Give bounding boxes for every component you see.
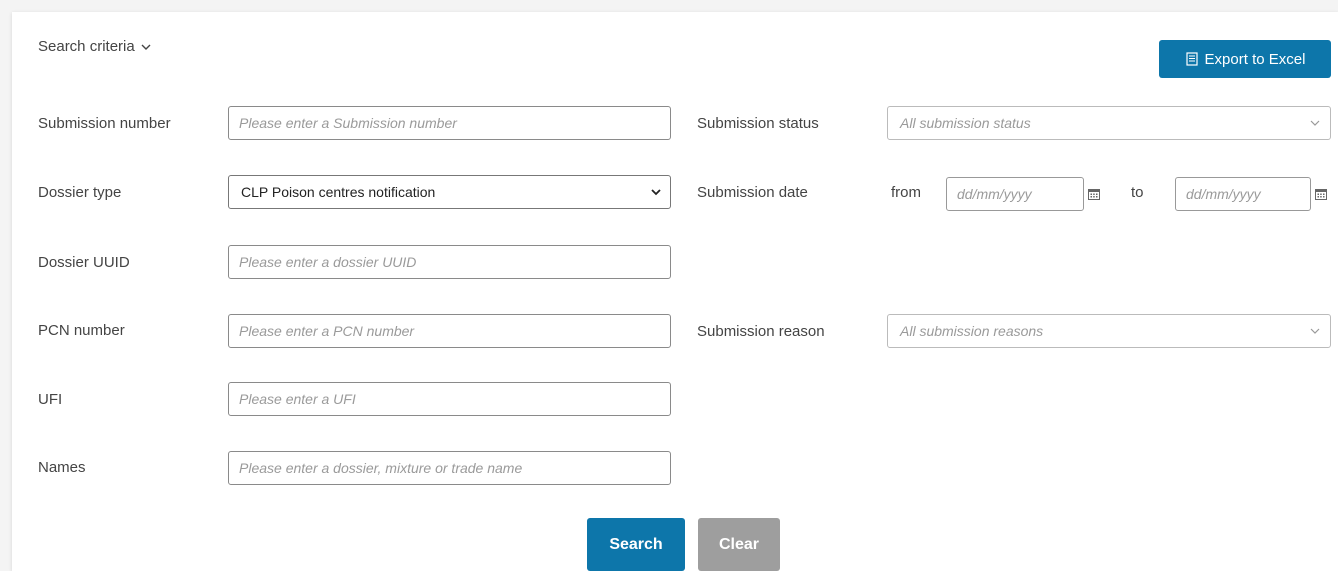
ufi-input[interactable] bbox=[237, 390, 662, 408]
names-label: Names bbox=[38, 459, 86, 476]
export-label: Export to Excel bbox=[1204, 50, 1306, 68]
clear-button[interactable]: Clear bbox=[698, 518, 780, 571]
dossier-type-select[interactable]: CLP Poison centres notification bbox=[228, 175, 671, 209]
chevron-down-icon bbox=[651, 189, 661, 196]
pcn-number-input[interactable] bbox=[237, 322, 662, 340]
ufi-label: UFI bbox=[38, 391, 63, 408]
date-from-label: from bbox=[891, 184, 921, 201]
calendar-icon[interactable] bbox=[1088, 188, 1100, 200]
submission-date-label: Submission date bbox=[697, 184, 808, 201]
names-input[interactable] bbox=[237, 459, 662, 477]
submission-reason-label: Submission reason bbox=[697, 323, 825, 340]
search-criteria-label: Search criteria bbox=[38, 38, 135, 55]
submission-status-select[interactable]: All submission status bbox=[887, 106, 1331, 140]
dossier-uuid-input[interactable] bbox=[237, 253, 662, 271]
date-to-field[interactable] bbox=[1175, 177, 1311, 211]
submission-reason-value: All submission reasons bbox=[900, 323, 1044, 339]
date-to-input[interactable] bbox=[1184, 185, 1302, 203]
pcn-number-field[interactable] bbox=[228, 314, 671, 348]
dossier-uuid-field[interactable] bbox=[228, 245, 671, 279]
dossier-type-label: Dossier type bbox=[38, 184, 122, 201]
submission-number-input[interactable] bbox=[237, 114, 662, 132]
names-field[interactable] bbox=[228, 451, 671, 485]
calendar-icon[interactable] bbox=[1315, 188, 1327, 200]
date-from-field[interactable] bbox=[946, 177, 1084, 211]
submission-number-field[interactable] bbox=[228, 106, 671, 140]
submission-reason-select[interactable]: All submission reasons bbox=[887, 314, 1331, 348]
submission-status-value: All submission status bbox=[900, 115, 1031, 131]
pcn-number-label: PCN number bbox=[38, 322, 125, 339]
dossier-type-value: CLP Poison centres notification bbox=[241, 184, 436, 200]
export-to-excel-button[interactable]: Export to Excel bbox=[1159, 40, 1331, 78]
chevron-down-icon bbox=[1310, 120, 1320, 126]
search-criteria-toggle[interactable]: Search criteria bbox=[38, 38, 151, 55]
submission-number-label: Submission number bbox=[38, 115, 171, 132]
ufi-field[interactable] bbox=[228, 382, 671, 416]
date-to-label: to bbox=[1131, 184, 1144, 201]
date-from-input[interactable] bbox=[955, 185, 1075, 203]
chevron-down-icon bbox=[1310, 328, 1320, 334]
chevron-down-icon bbox=[141, 44, 151, 50]
submission-status-label: Submission status bbox=[697, 115, 819, 132]
search-panel bbox=[12, 12, 1338, 571]
document-icon bbox=[1185, 52, 1198, 66]
dossier-uuid-label: Dossier UUID bbox=[38, 254, 130, 271]
search-button[interactable]: Search bbox=[587, 518, 685, 571]
